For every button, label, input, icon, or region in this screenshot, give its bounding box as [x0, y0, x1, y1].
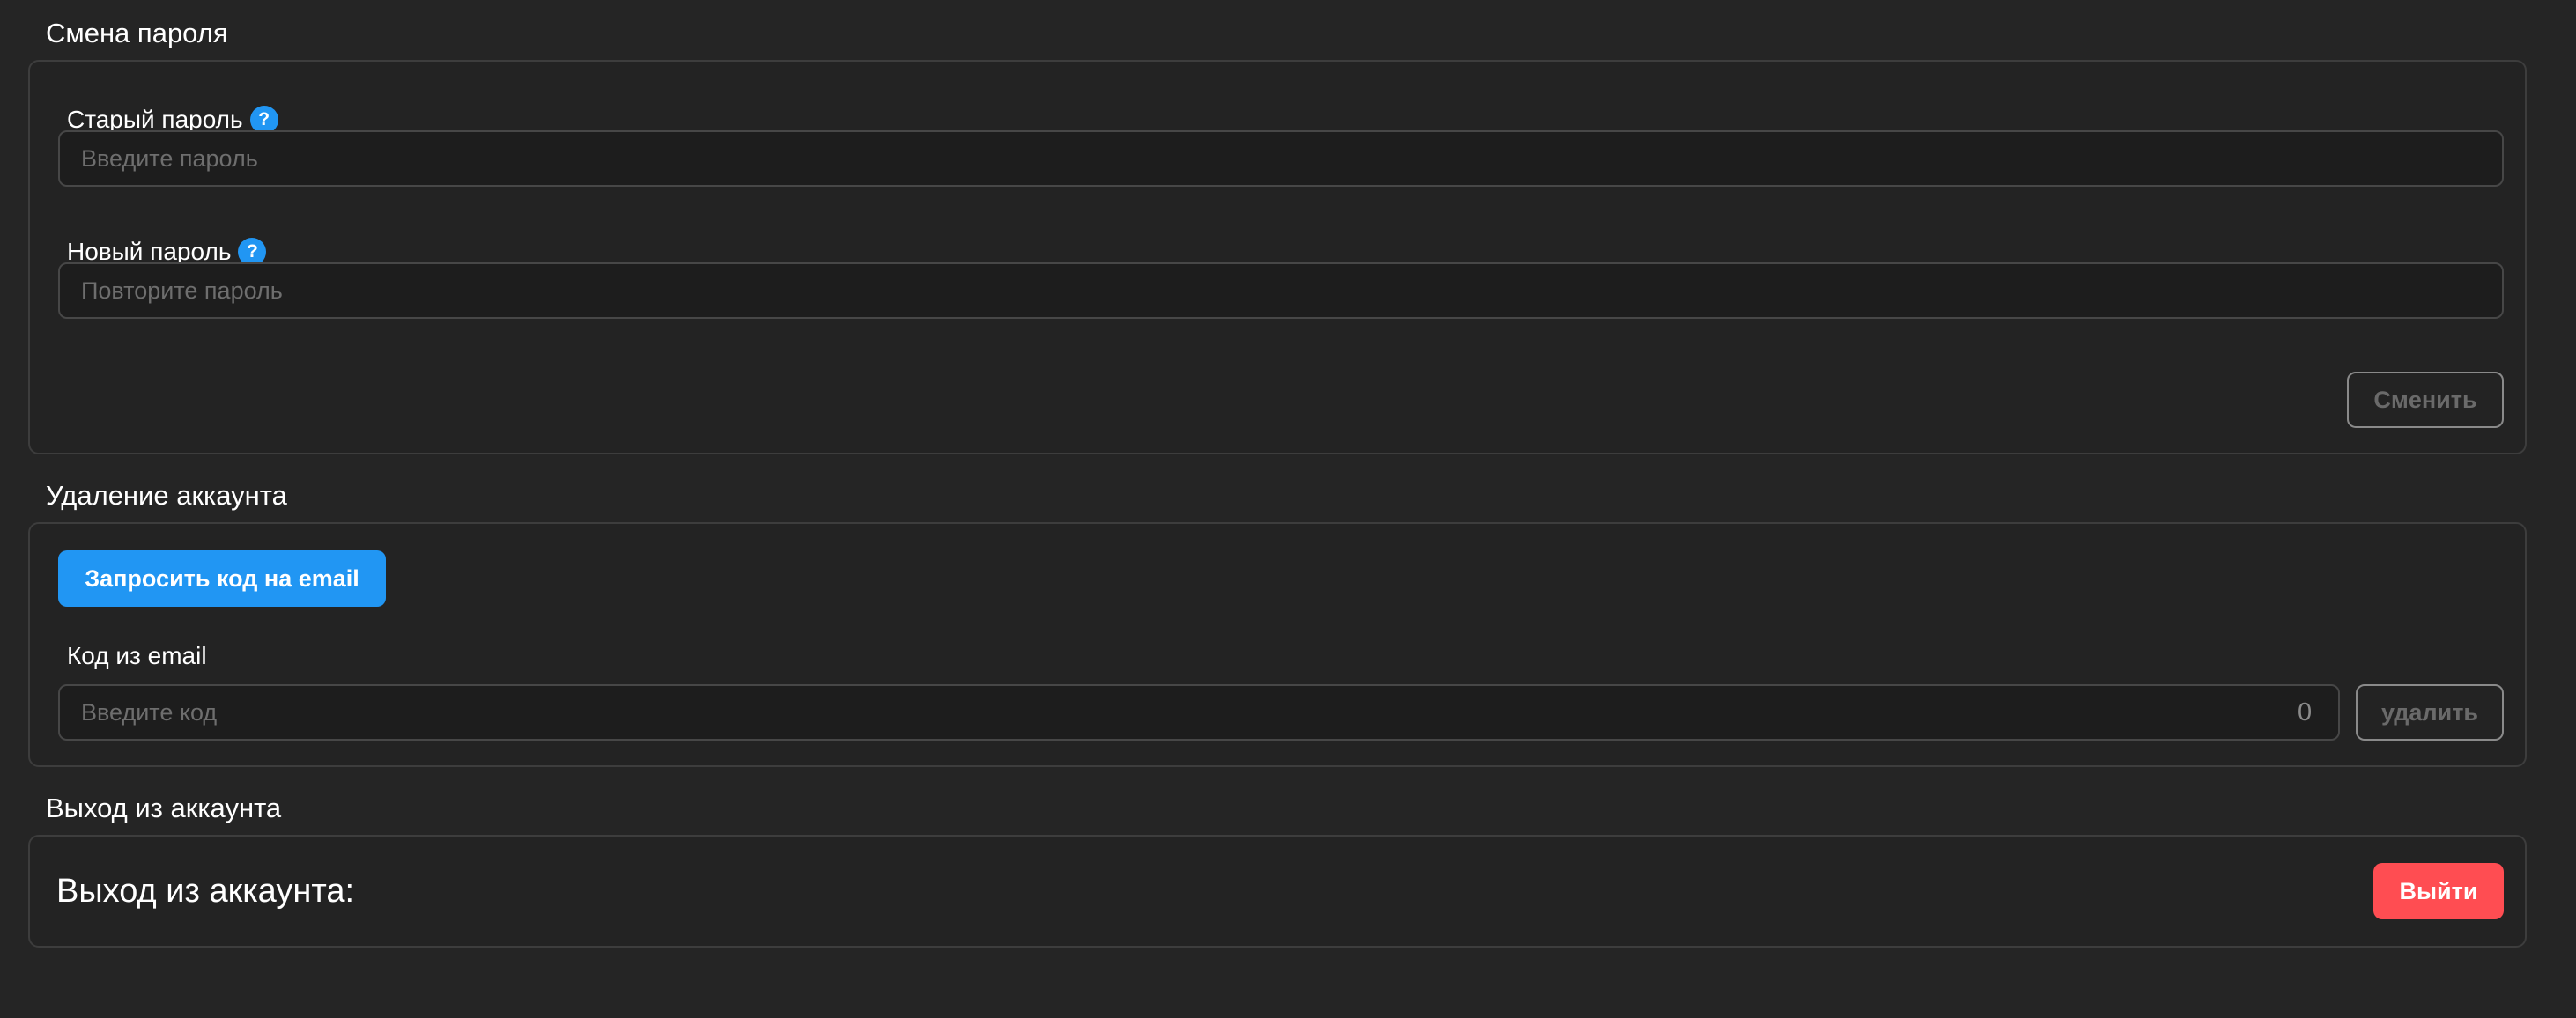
delete-account-card: Запросить код на email Код из email 0 уд… — [28, 522, 2527, 767]
logout-caption: Выход из аккаунта: — [56, 873, 355, 910]
email-code-label: Код из email — [67, 642, 207, 669]
logout-title: Выход из аккаунта — [46, 793, 282, 823]
email-code-label-row: Код из email — [67, 640, 207, 672]
request-email-code-button[interactable]: Запросить код на email — [58, 550, 386, 607]
code-char-counter: 0 — [2298, 698, 2313, 727]
logout-button[interactable]: Выйти — [2373, 863, 2504, 919]
delete-account-title: Удаление аккаунта — [46, 480, 287, 511]
old-password-input[interactable] — [58, 130, 2504, 187]
delete-account-button[interactable]: удалить — [2356, 684, 2504, 741]
logout-card: Выход из аккаунта: Выйти — [28, 835, 2527, 948]
email-code-input[interactable] — [58, 684, 2340, 741]
account-settings-page: Смена пароля Старый пароль ? Новый парол… — [0, 0, 2576, 1018]
change-password-title: Смена пароля — [46, 18, 228, 48]
new-password-input[interactable] — [58, 262, 2504, 319]
change-password-button[interactable]: Сменить — [2347, 372, 2504, 428]
change-password-card: Старый пароль ? Новый пароль ? Сменить — [28, 60, 2527, 454]
